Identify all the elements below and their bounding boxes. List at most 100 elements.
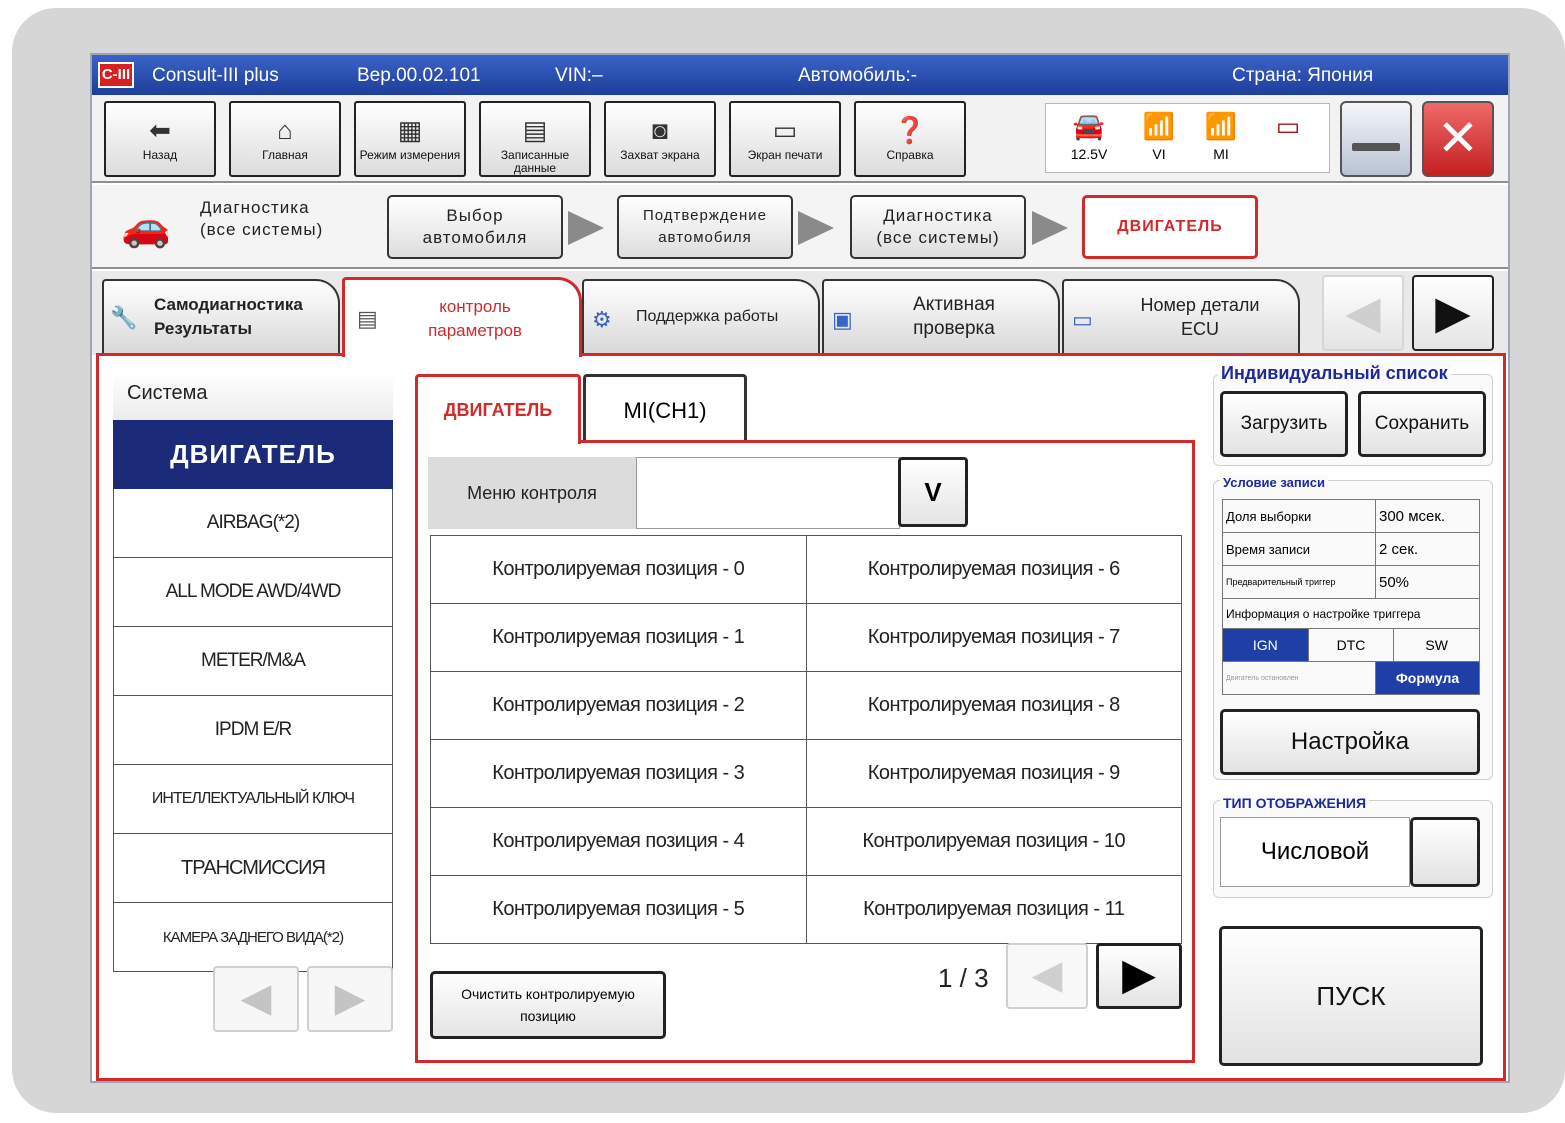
- system-item-meter[interactable]: METER/M&A: [113, 627, 393, 696]
- monitor-item[interactable]: Контролируемая позиция - 1: [431, 604, 807, 672]
- monitor-menu-dropdown-button[interactable]: V: [898, 457, 968, 527]
- minimize-icon: [1352, 143, 1400, 151]
- help-button[interactable]: ❓ Справка: [854, 101, 966, 177]
- breadcrumb-arrow-icon: [568, 211, 604, 245]
- monitor-item[interactable]: Контролируемая позиция - 2: [431, 672, 807, 740]
- function-tabs: 🔧 Самодиагностика Результаты ▤ контроль …: [92, 271, 1508, 357]
- load-button[interactable]: Загрузить: [1220, 391, 1348, 457]
- recording-condition-title: Условие записи: [1220, 475, 1328, 490]
- system-item-transmission[interactable]: ТРАНСМИССИЯ: [113, 834, 393, 903]
- table-row: Предварительный триггер 50%: [1223, 566, 1479, 599]
- tab-prev-button[interactable]: ◀: [1322, 275, 1404, 351]
- data-monitor-content: Система ДВИГАТЕЛЬ AIRBAG(*2) ALL MODE AW…: [96, 353, 1506, 1081]
- table-row: Время записи 2 сек.: [1223, 533, 1479, 566]
- mi-status: 📶 MI: [1196, 106, 1246, 162]
- help-icon: ❓: [893, 115, 927, 145]
- recorded-data-icon: ▤: [522, 115, 548, 145]
- system-item-rear-camera[interactable]: КАМЕРА ЗАДНЕГО ВИДА(*2): [113, 903, 393, 972]
- pre-trigger-value[interactable]: 50%: [1376, 566, 1479, 598]
- recording-condition-group: Условие записи Доля выборки 300 мсек. Вр…: [1213, 475, 1493, 780]
- sampling-rate-value[interactable]: 300 мсек.: [1376, 500, 1479, 532]
- trigger-ign-option[interactable]: IGN: [1223, 629, 1309, 661]
- printer-icon: ▭: [772, 115, 798, 145]
- trigger-sw-option[interactable]: SW: [1394, 629, 1479, 661]
- engine-stopped-option[interactable]: Двигатель остановлен: [1223, 662, 1376, 694]
- voltage-status: 🚘 12.5V: [1054, 106, 1124, 162]
- table-row: Контролируемая позиция - 2 Контролируема…: [431, 672, 1182, 740]
- tab-work-support[interactable]: ⚙ Поддержка работы: [582, 279, 820, 353]
- save-list-button[interactable]: Сохранить: [1358, 391, 1486, 457]
- system-item-engine[interactable]: ДВИГАТЕЛЬ: [113, 420, 393, 489]
- system-item-ipdm[interactable]: IPDM E/R: [113, 696, 393, 765]
- recorded-data-button[interactable]: ▤ Записанные данные: [479, 101, 591, 177]
- screen-capture-button[interactable]: ◙ Захват экрана: [604, 101, 716, 177]
- active-test-icon: ▣: [832, 307, 853, 332]
- breadcrumb: 🚗 Диагностика (все системы) Выбор автомо…: [92, 185, 1508, 269]
- setup-button[interactable]: Настройка: [1220, 709, 1480, 775]
- system-next-button[interactable]: ▶: [307, 966, 393, 1032]
- monitor-item[interactable]: Контролируемая позиция - 0: [431, 536, 807, 604]
- monitor-item[interactable]: Контролируемая позиция - 5: [431, 876, 807, 944]
- table-row: Контролируемая позиция - 5 Контролируема…: [431, 876, 1182, 944]
- formula-option[interactable]: Формула: [1376, 662, 1479, 694]
- home-icon: ⌂: [277, 115, 293, 145]
- minimize-button[interactable]: [1340, 101, 1412, 177]
- measure-mode-icon: ▦: [397, 115, 423, 145]
- system-item-intelligent-key[interactable]: ИНТЕЛЛЕКТУАЛЬНЫЙ КЛЮЧ: [113, 765, 393, 834]
- camera-icon: ◙: [652, 115, 668, 145]
- table-row: Контролируемая позиция - 3 Контролируема…: [431, 740, 1182, 808]
- formula-row: Двигатель остановлен Формула: [1223, 662, 1479, 694]
- home-button[interactable]: ⌂ Главная: [229, 101, 341, 177]
- start-button[interactable]: ПУСК: [1219, 926, 1483, 1066]
- monitor-item[interactable]: Контролируемая позиция - 4: [431, 808, 807, 876]
- tab-data-monitor[interactable]: ▤ контроль параметров: [342, 277, 582, 357]
- vin-label: VIN:–: [555, 65, 603, 86]
- arrow-right-icon: ▶: [1122, 950, 1156, 999]
- diagnosis-car-icon: 🚗: [121, 205, 171, 249]
- monitor-item[interactable]: Контролируемая позиция - 6: [806, 536, 1182, 604]
- app-logo-icon: C-III: [98, 62, 134, 88]
- engine-step[interactable]: ДВИГАТЕЛЬ: [1082, 195, 1258, 259]
- monitor-tab-engine[interactable]: ДВИГАТЕЛЬ: [415, 374, 581, 444]
- monitor-menu-select[interactable]: [636, 457, 900, 529]
- app-title: Consult-III plus: [152, 65, 279, 86]
- vehicle-label: Автомобиль:-: [798, 65, 918, 86]
- monitor-item[interactable]: Контролируемая позиция - 8: [806, 672, 1182, 740]
- trigger-info-label: Информация о настройке триггера: [1223, 599, 1479, 629]
- monitor-next-page-button[interactable]: ▶: [1096, 943, 1182, 1009]
- tab-self-diagnosis[interactable]: 🔧 Самодиагностика Результаты: [102, 279, 340, 353]
- version-label: Вер.00.02.101: [357, 65, 481, 86]
- monitor-item[interactable]: Контролируемая позиция - 7: [806, 604, 1182, 672]
- back-button[interactable]: ⬅ Назад: [104, 101, 216, 177]
- breadcrumb-arrow-icon: [798, 211, 834, 245]
- system-prev-button[interactable]: ◀: [213, 966, 299, 1032]
- all-systems-step[interactable]: Диагностика (все системы): [850, 195, 1026, 259]
- close-button[interactable]: ✕: [1422, 101, 1494, 177]
- title-bar: C-III Consult-III plus Вер.00.02.101 VIN…: [92, 55, 1508, 95]
- trigger-options: IGN DTC SW: [1223, 629, 1479, 662]
- monitor-item[interactable]: Контролируемая позиция - 9: [806, 740, 1182, 808]
- mi-signal-icon: 📶: [1204, 111, 1238, 141]
- monitor-item[interactable]: Контролируемая позиция - 11: [806, 876, 1182, 944]
- monitor-panel: Меню контроля V Контролируемая позиция -…: [415, 440, 1195, 1063]
- system-item-airbag[interactable]: AIRBAG(*2): [113, 489, 393, 558]
- monitor-tab-mi[interactable]: MI(CH1): [583, 374, 747, 444]
- monitor-item[interactable]: Контролируемая позиция - 10: [806, 808, 1182, 876]
- display-type-toggle-button[interactable]: [1410, 817, 1480, 887]
- tab-next-button[interactable]: ▶: [1412, 275, 1494, 351]
- arrow-left-icon: ◀: [1345, 286, 1381, 338]
- monitor-prev-page-button[interactable]: ◀: [1006, 943, 1088, 1009]
- vehicle-confirm-step[interactable]: Подтверждение автомобиля: [617, 195, 793, 259]
- record-time-value[interactable]: 2 сек.: [1376, 533, 1479, 565]
- trigger-dtc-option[interactable]: DTC: [1309, 629, 1395, 661]
- clear-monitor-item-button[interactable]: Очистить контролируемую позицию: [430, 971, 666, 1039]
- tab-ecu-part-number[interactable]: ▭ Номер детали ECU: [1062, 279, 1300, 353]
- chevron-down-icon: V: [924, 477, 942, 507]
- breadcrumb-current: Диагностика (все системы): [200, 198, 324, 239]
- print-screen-button[interactable]: ▭ Экран печати: [729, 101, 841, 177]
- vehicle-select-step[interactable]: Выбор автомобиля: [387, 195, 563, 259]
- measure-mode-button[interactable]: ▦ Режим измерения: [354, 101, 466, 177]
- monitor-item[interactable]: Контролируемая позиция - 3: [431, 740, 807, 808]
- system-item-awd[interactable]: ALL MODE AWD/4WD: [113, 558, 393, 627]
- tab-active-test[interactable]: ▣ Активная проверка: [822, 279, 1060, 353]
